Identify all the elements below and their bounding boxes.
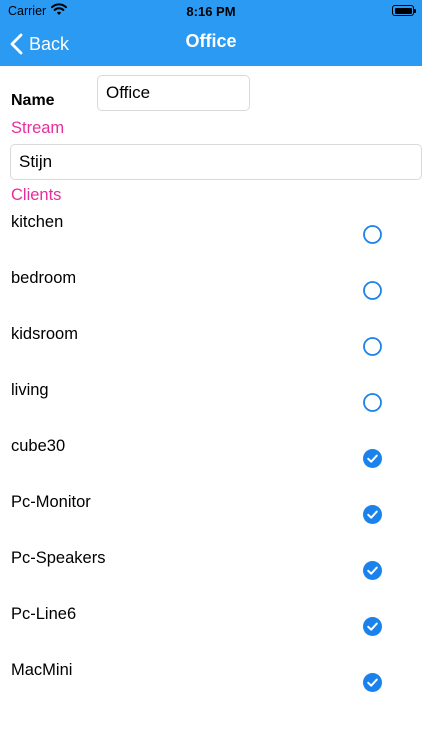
checkmark-circle-icon[interactable] (363, 673, 382, 692)
checkmark-circle-icon[interactable] (363, 505, 382, 524)
clients-list: kitchen bedroom kidsroom living cube30 P… (0, 206, 422, 710)
unchecked-circle-icon[interactable] (363, 281, 382, 300)
checkmark-circle-icon[interactable] (363, 617, 382, 636)
client-name: Pc-Line6 (11, 605, 77, 623)
client-row-bedroom[interactable]: bedroom (0, 262, 422, 318)
status-time: 8:16 PM (186, 4, 236, 19)
battery-icon (392, 5, 416, 16)
client-name: kidsroom (11, 325, 78, 343)
client-name: Pc-Speakers (11, 549, 106, 567)
unchecked-circle-icon[interactable] (363, 393, 382, 412)
clients-label: Clients (11, 186, 62, 204)
status-bar: Carrier 8:16 PM (0, 0, 422, 22)
client-row-cube30[interactable]: cube30 (0, 430, 422, 486)
unchecked-circle-icon[interactable] (363, 337, 382, 356)
checkmark-circle-icon[interactable] (363, 561, 382, 580)
navigation-bar: Carrier 8:16 PM Back Office (0, 0, 422, 66)
client-row-living[interactable]: living (0, 374, 422, 430)
client-row-pc-speakers[interactable]: Pc-Speakers (0, 542, 422, 598)
name-field[interactable] (97, 75, 250, 111)
client-name: MacMini (11, 661, 73, 679)
checkmark-circle-icon[interactable] (363, 449, 382, 468)
stream-label: Stream (11, 119, 65, 137)
client-row-macmini[interactable]: MacMini (0, 654, 422, 710)
name-label: Name (11, 92, 55, 109)
client-row-kitchen[interactable]: kitchen (0, 206, 422, 262)
client-name: bedroom (11, 269, 77, 287)
client-row-pc-line6[interactable]: Pc-Line6 (0, 598, 422, 654)
client-name: cube30 (11, 437, 66, 455)
unchecked-circle-icon[interactable] (363, 225, 382, 244)
client-row-kidsroom[interactable]: kidsroom (0, 318, 422, 374)
client-name: living (11, 381, 49, 399)
client-name: Pc-Monitor (11, 493, 91, 511)
client-row-pc-monitor[interactable]: Pc-Monitor (0, 486, 422, 542)
stream-field[interactable] (10, 144, 422, 180)
client-name: kitchen (11, 213, 64, 231)
page-title: Office (185, 31, 237, 51)
